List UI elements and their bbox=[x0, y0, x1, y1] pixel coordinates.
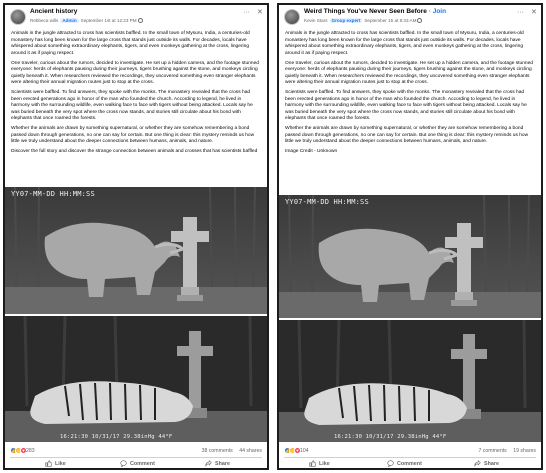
timestamp[interactable]: September 15 at 8:33 AM bbox=[364, 18, 416, 23]
post-meta: Kevin Stars Group expert September 15 at 8… bbox=[304, 17, 423, 24]
paragraph: Scientists were baffled. To find answers… bbox=[11, 90, 253, 122]
comment-label: Comment bbox=[130, 460, 155, 467]
share-label: Share bbox=[484, 460, 499, 467]
post-stats: 👍 ☺ ♥ 283 38 comments 44 shares bbox=[5, 445, 267, 457]
more-options-icon[interactable]: ··· bbox=[517, 9, 524, 16]
image-credit: Image Credit - Unknown bbox=[285, 149, 338, 155]
close-icon[interactable]: ✕ bbox=[531, 8, 537, 16]
globe-icon bbox=[137, 18, 143, 23]
share-icon bbox=[205, 460, 212, 467]
tiger-photo-graphic bbox=[5, 316, 267, 442]
author-name[interactable]: Rebbeca wills bbox=[30, 18, 58, 23]
reaction-count[interactable]: 283 bbox=[26, 448, 35, 454]
comment-button[interactable]: Comment bbox=[120, 460, 155, 467]
paragraph: One traveler, curious about the rumors, … bbox=[11, 60, 259, 86]
share-icon bbox=[474, 460, 481, 467]
post-meta: Rebbeca wills Admin September 1st at 12:23… bbox=[30, 17, 143, 24]
paragraph: Discover the full story and discover the… bbox=[11, 149, 258, 155]
paragraph: Whether the animals are drawn by somethi… bbox=[285, 126, 529, 145]
engagement-counts: 38 comments 44 shares bbox=[197, 448, 262, 454]
group-name-text[interactable]: Weird Things You've Never Seen Before bbox=[304, 8, 427, 15]
timestamp[interactable]: September 1st at 12:23 PM bbox=[81, 18, 137, 23]
comment-icon bbox=[387, 460, 394, 467]
like-label: Like bbox=[319, 460, 330, 467]
post-header: Weird Things You've Never Seen Before · … bbox=[279, 5, 541, 31]
post-stats: 👍 ☺ ♥ 104 7 comments 19 shares bbox=[279, 445, 541, 457]
comment-button[interactable]: Comment bbox=[387, 460, 422, 467]
role-badge: Group expert bbox=[329, 18, 363, 23]
like-button[interactable]: Like bbox=[309, 460, 330, 467]
post-photo-elephant[interactable]: YY07-MM-DD HH:MM:SS bbox=[5, 187, 267, 314]
paragraph: Animals in the jungle attracted to cross… bbox=[285, 31, 524, 56]
reaction-count[interactable]: 104 bbox=[300, 448, 309, 454]
comment-count[interactable]: 38 comments bbox=[202, 448, 233, 454]
post-actions: Like Comment Share bbox=[279, 458, 541, 468]
share-count[interactable]: 19 shares bbox=[513, 448, 536, 454]
like-button[interactable]: Like bbox=[45, 460, 66, 467]
share-label: Share bbox=[215, 460, 230, 467]
post-photo-elephant[interactable]: YY07-MM-DD HH:MM:SS bbox=[279, 195, 541, 318]
post-actions: Like Comment Share bbox=[5, 458, 267, 468]
comment-count[interactable]: 7 comments bbox=[478, 448, 506, 454]
paragraph: Whether the animals are drawn by somethi… bbox=[11, 126, 255, 145]
elephant-photo-graphic bbox=[5, 187, 267, 314]
camera-timestamp-top: YY07-MM-DD HH:MM:SS bbox=[285, 198, 369, 206]
group-name[interactable]: Ancient history bbox=[30, 8, 77, 15]
camera-timestamp-top: YY07-MM-DD HH:MM:SS bbox=[11, 190, 95, 198]
post-photo-tiger[interactable]: 16:21:30 10/31/17 29.38inHg 44°F bbox=[5, 316, 267, 442]
group-name: Weird Things You've Never Seen Before · … bbox=[304, 8, 446, 15]
group-avatar-icon[interactable] bbox=[284, 9, 300, 25]
group-name-text[interactable]: Ancient history bbox=[30, 8, 77, 15]
more-options-icon[interactable]: ··· bbox=[243, 9, 250, 16]
role-badge: Admin bbox=[60, 18, 79, 23]
paragraph: Scientists were baffled. To find answers… bbox=[285, 90, 527, 122]
group-avatar-icon[interactable] bbox=[10, 9, 26, 25]
post-header: Ancient history Rebbeca wills Admin Septem… bbox=[5, 5, 267, 31]
engagement-counts: 7 comments 19 shares bbox=[473, 448, 536, 454]
close-icon[interactable]: ✕ bbox=[257, 8, 263, 16]
share-button[interactable]: Share bbox=[474, 460, 499, 467]
post-photo-tiger[interactable]: 16:21:30 10/31/17 29.38inHg 44°F bbox=[279, 320, 541, 442]
globe-icon bbox=[417, 18, 423, 23]
camera-timestamp-bottom: 16:21:30 10/31/17 29.38inHg 44°F bbox=[60, 434, 173, 440]
share-button[interactable]: Share bbox=[205, 460, 230, 467]
share-count[interactable]: 44 shares bbox=[239, 448, 262, 454]
post-text: Animals in the jungle attracted to cross… bbox=[279, 31, 541, 156]
post-card-right: Weird Things You've Never Seen Before · … bbox=[277, 3, 543, 470]
paragraph: Animals in the jungle attracted to cross… bbox=[11, 31, 250, 56]
camera-timestamp-bottom: 16:21:30 10/31/17 29.38inHg 44°F bbox=[334, 434, 447, 440]
join-link[interactable]: · Join bbox=[427, 8, 446, 15]
comment-label: Comment bbox=[397, 460, 422, 467]
paragraph: One traveler, curious about the rumors, … bbox=[285, 60, 533, 86]
tiger-photo-graphic bbox=[279, 320, 541, 442]
like-icon bbox=[309, 460, 316, 467]
elephant-photo-graphic bbox=[279, 195, 541, 318]
like-label: Like bbox=[55, 460, 66, 467]
author-name[interactable]: Kevin Stars bbox=[304, 18, 328, 23]
like-icon bbox=[45, 460, 52, 467]
post-card-left: Ancient history Rebbeca wills Admin Septem… bbox=[3, 3, 269, 470]
post-text: Animals in the jungle attracted to cross… bbox=[5, 31, 267, 156]
comment-icon bbox=[120, 460, 127, 467]
